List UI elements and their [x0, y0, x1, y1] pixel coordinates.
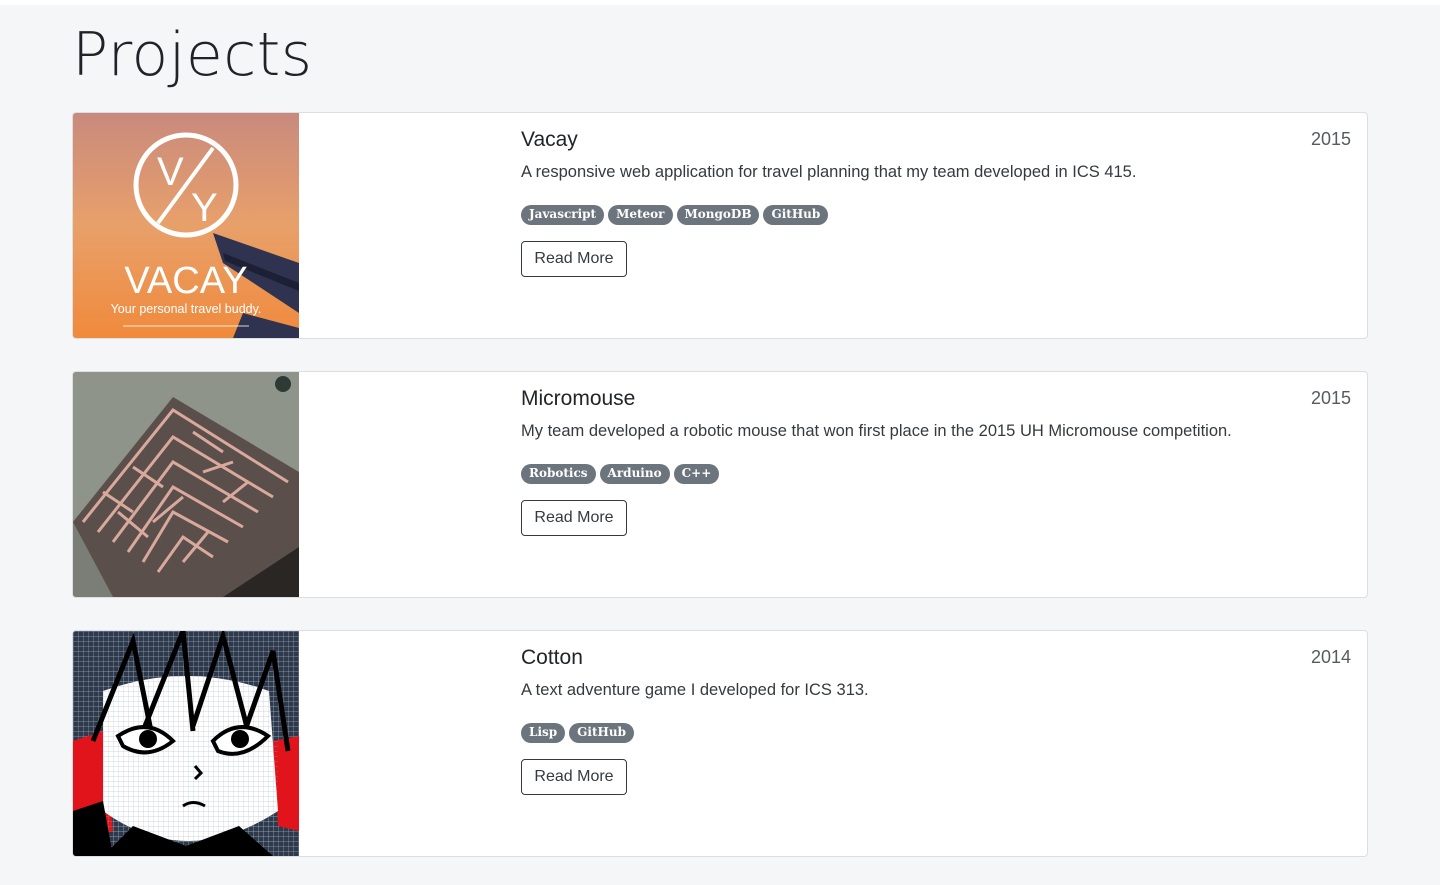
- tag-badge: Robotics: [521, 464, 596, 484]
- read-more-button[interactable]: Read More: [521, 759, 627, 795]
- tag-badge: C++: [673, 464, 720, 484]
- vacay-tagline: Your personal travel buddy.: [111, 302, 262, 316]
- project-image-cotton: [73, 631, 299, 856]
- project-card-micromouse: Micromouse 2015 My team developed a robo…: [72, 371, 1368, 598]
- svg-text:Y: Y: [191, 186, 218, 230]
- tag-list: Javascript Meteor MongoDB GitHub: [521, 205, 829, 225]
- tag-badge: Meteor: [608, 205, 673, 225]
- project-description: A text adventure game I developed for IC…: [521, 681, 869, 699]
- tag-list: Robotics Arduino C++: [521, 464, 720, 484]
- project-description: A responsive web application for travel …: [521, 163, 1137, 181]
- tag-badge: Lisp: [521, 723, 566, 743]
- project-card-vacay: V Y VACAY Your personal travel buddy. Va…: [72, 112, 1368, 339]
- tag-badge: Javascript: [521, 205, 605, 225]
- project-body: Micromouse 2015 My team developed a robo…: [521, 372, 1367, 597]
- read-more-button[interactable]: Read More: [521, 500, 627, 536]
- top-strip: [0, 0, 1440, 5]
- project-title: Micromouse: [521, 387, 636, 410]
- project-image-micromouse: [73, 372, 299, 597]
- project-year: 2015: [1310, 388, 1351, 408]
- project-year: 2014: [1310, 647, 1351, 667]
- vacay-logo-text: VACAY: [124, 260, 247, 302]
- project-year: 2015: [1310, 129, 1351, 149]
- page-title: Projects: [72, 20, 313, 90]
- project-image-vacay: V Y VACAY Your personal travel buddy.: [73, 113, 299, 338]
- project-title: Vacay: [521, 128, 578, 151]
- project-body: Vacay 2015 A responsive web application …: [521, 113, 1367, 338]
- tag-badge: MongoDB: [676, 205, 760, 225]
- project-title: Cotton: [521, 646, 583, 669]
- read-more-button[interactable]: Read More: [521, 241, 627, 277]
- project-body: Cotton 2014 A text adventure game I deve…: [521, 631, 1367, 856]
- project-description: My team developed a robotic mouse that w…: [521, 422, 1232, 440]
- project-card-cotton: Cotton 2014 A text adventure game I deve…: [72, 630, 1368, 857]
- tag-badge: GitHub: [569, 723, 634, 743]
- tag-badge: GitHub: [763, 205, 829, 225]
- svg-text:V: V: [157, 150, 184, 194]
- tag-list: Lisp GitHub: [521, 723, 634, 743]
- tag-badge: Arduino: [599, 464, 670, 484]
